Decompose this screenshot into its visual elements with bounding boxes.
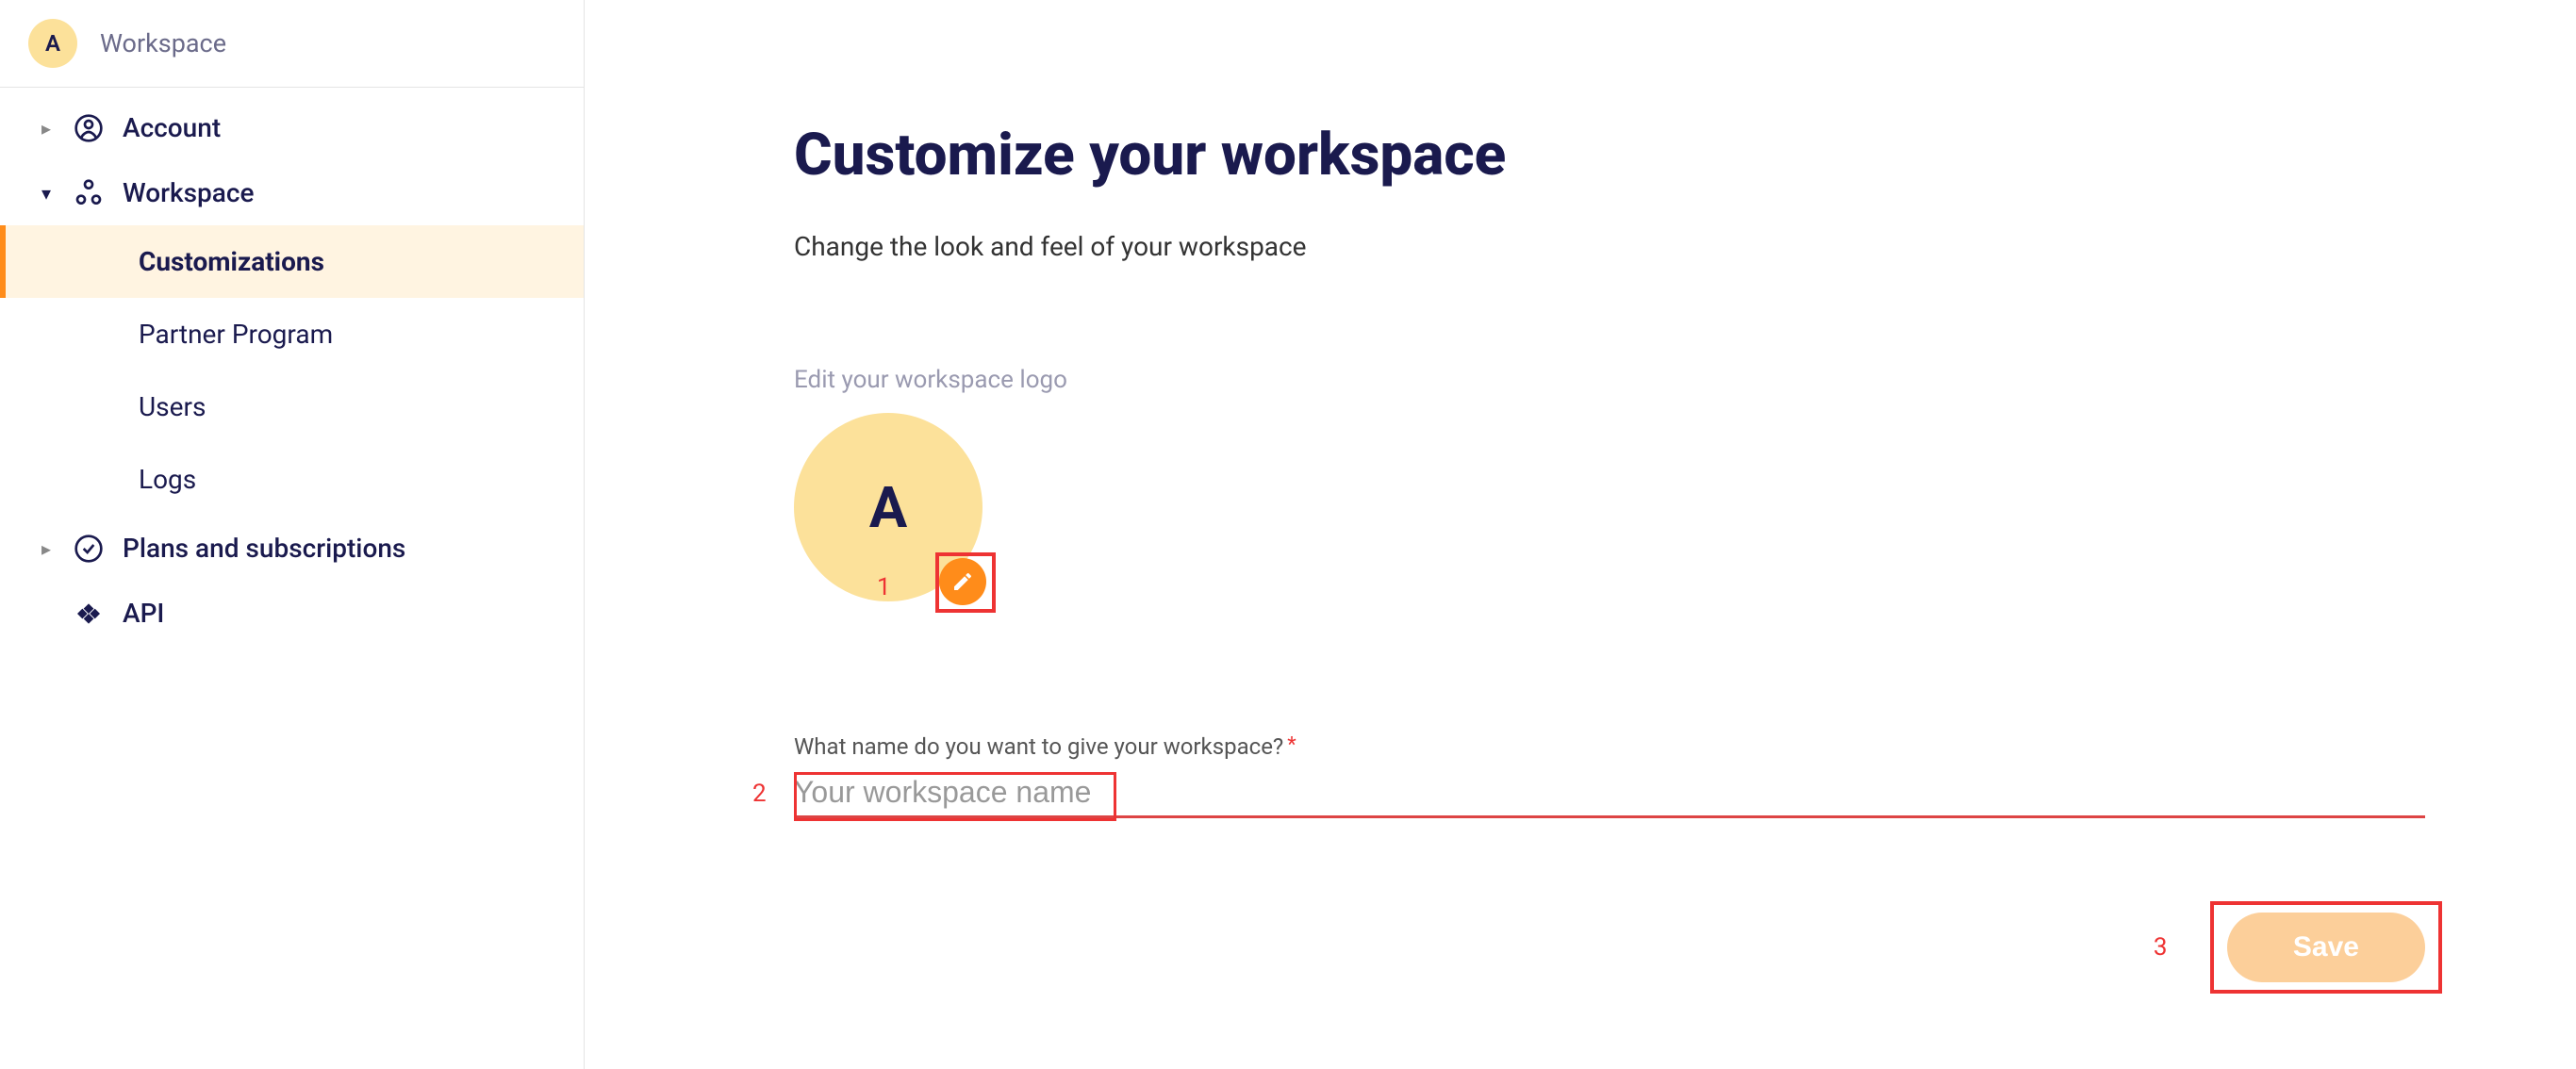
- chevron-right-icon: ▸: [41, 537, 55, 560]
- required-indicator: *: [1287, 733, 1296, 757]
- sidebar-nav: ▸ Account ▾ Workspace: [0, 88, 584, 646]
- diamond-icon: [74, 599, 104, 629]
- person-circle-icon: [74, 113, 104, 143]
- input-label-line: What name do you want to give your works…: [794, 733, 2425, 760]
- nav-label: Plans and subscriptions: [123, 533, 405, 564]
- save-row: Save 3: [794, 913, 2425, 982]
- avatar-letter: A: [45, 30, 60, 57]
- main-content: Customize your workspace Change the look…: [585, 0, 2576, 1069]
- edit-logo-button[interactable]: [939, 558, 986, 605]
- chevron-down-icon: ▾: [41, 182, 55, 205]
- check-circle-icon: [74, 534, 104, 564]
- sidebar-item-customizations[interactable]: Customizations: [0, 225, 584, 298]
- sidebar-item-plans[interactable]: ▸ Plans and subscriptions: [0, 516, 584, 581]
- workspace-name-label: Workspace: [100, 28, 226, 58]
- avatar-letter-large: A: [869, 474, 907, 541]
- save-button-label: Save: [2293, 931, 2359, 962]
- nodes-icon: [74, 178, 104, 208]
- workspace-name-label: What name do you want to give your works…: [794, 733, 1283, 760]
- page-subtitle: Change the look and feel of your workspa…: [794, 231, 2425, 262]
- sidebar-item-partner-program[interactable]: Partner Program: [0, 298, 584, 370]
- sidebar: A Workspace ▸ Account ▾: [0, 0, 585, 1069]
- annotation-number-1: 1: [877, 573, 891, 601]
- workspace-name-section: What name do you want to give your works…: [794, 733, 2425, 818]
- annotation-number-3: 3: [2154, 933, 2168, 962]
- sidebar-item-account[interactable]: ▸ Account: [0, 95, 584, 160]
- workspace-avatar-small[interactable]: A: [28, 19, 77, 68]
- logo-section-label: Edit your workspace logo: [794, 366, 2425, 394]
- nav-sub-label: Customizations: [139, 246, 324, 277]
- nav-sub-label: Users: [139, 391, 206, 422]
- page-title: Customize your workspace: [794, 121, 2425, 189]
- save-container: Save 3: [2227, 913, 2425, 982]
- nav-label: Account: [123, 112, 221, 143]
- nav-label: API: [123, 598, 164, 629]
- save-button[interactable]: Save: [2227, 913, 2425, 982]
- pencil-icon: [951, 570, 974, 593]
- chevron-right-icon: ▸: [41, 117, 55, 140]
- annotation-number-2: 2: [752, 780, 767, 808]
- sidebar-item-workspace[interactable]: ▾ Workspace: [0, 160, 584, 225]
- sidebar-header: A Workspace: [0, 0, 584, 88]
- workspace-name-input[interactable]: [794, 769, 2425, 818]
- logo-edit-area: A 1: [794, 413, 992, 611]
- sidebar-item-logs[interactable]: Logs: [0, 443, 584, 516]
- sidebar-item-users[interactable]: Users: [0, 370, 584, 443]
- nav-sub-label: Logs: [139, 464, 196, 495]
- nav-label: Workspace: [123, 177, 254, 208]
- nav-sub-label: Partner Program: [139, 319, 333, 350]
- sidebar-item-api[interactable]: API: [0, 581, 584, 646]
